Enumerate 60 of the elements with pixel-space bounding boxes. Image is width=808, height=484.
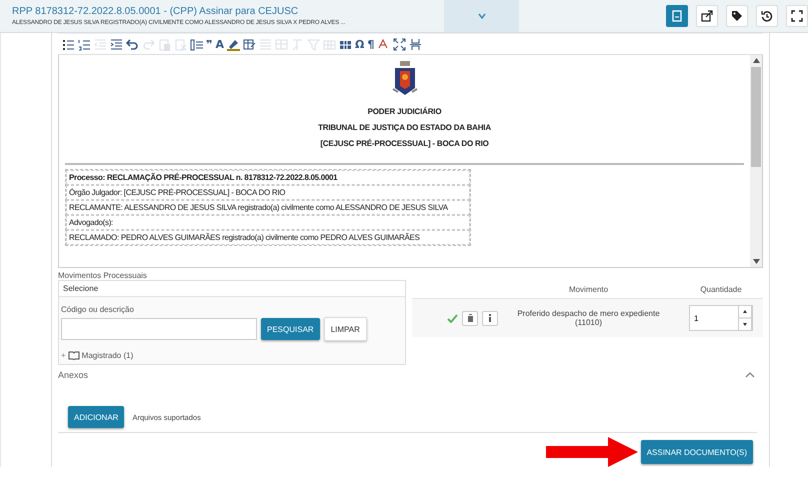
block-icon [190,38,203,50]
case-title: RPP 8178312-72.2022.8.05.0001 - (CPP) Assinar para CEJUSC [12,6,300,17]
section-label: Movimentos Processuais [58,271,148,280]
format-button[interactable] [393,36,406,52]
page-break-icon [409,38,422,50]
add-button[interactable]: ADICIONAR [68,406,124,428]
grid-icon [322,38,336,50]
search-button[interactable]: PESQUISAR [261,318,320,340]
table-cell-text: Proferido despacho de mero expediente (11010) [516,309,661,327]
history-icon [761,10,773,22]
scrollbar[interactable] [750,55,762,267]
redo-icon [142,38,155,50]
fullscreen-icon [791,10,803,22]
table-icon [274,38,288,50]
delete-button[interactable] [462,310,478,326]
info-button[interactable] [482,310,498,326]
format-button[interactable]: Ω [354,36,364,52]
indent-icon [110,38,123,50]
expand-toggle[interactable] [444,0,519,32]
document-icon [671,10,683,22]
panel-title: Selecione [59,281,405,297]
filter-icon [306,38,320,50]
format-button[interactable] [409,36,422,52]
quantity-field[interactable]: 1 [689,305,753,331]
format-icon [290,38,304,50]
document-heading: TRIBUNAL DE JUSTIÇA DO ESTADO DA BAHIA [318,122,491,134]
clear-button[interactable]: LIMPAR [324,317,367,341]
book-icon [68,351,80,360]
paste-text-icon [174,38,187,50]
align-icon [258,38,272,50]
column-header: Quantidade [699,284,743,294]
sign-documents-button[interactable]: ASSINAR DOCUMENTO(S) [640,440,753,464]
chevron-icon [478,13,486,19]
scroll-up-icon [752,58,760,63]
maximize-icon [393,38,406,50]
paste-icon [158,38,171,50]
coat-of-arms-drawing [392,61,418,97]
numbered-list-icon [78,38,91,50]
highlight-icon [226,38,240,50]
outdent-icon [94,38,107,50]
trash-icon [466,314,474,322]
bullet-list-icon [62,38,75,50]
format-button[interactable]: ¶ [367,36,374,52]
spell-check-icon [377,38,390,50]
table-edit-icon [242,38,256,50]
scroll-down-icon [752,259,760,264]
format-button[interactable]: A [215,36,224,52]
column-header: Movimento [568,284,610,294]
info-icon [488,314,492,322]
format-button[interactable]: ❞ [206,36,212,52]
section-title: Anexos [58,370,88,380]
search-field[interactable] [61,318,257,340]
undo-icon [126,38,139,50]
tag-icon [731,10,743,22]
document-heading: [CEJUSC PRÉ-PROCESSUAL] - BOCA DO RIO [320,138,489,150]
spinner-icon [738,305,752,331]
tree-item[interactable]: Magistrado (1) [82,351,134,360]
share-icon [701,10,713,22]
document-heading: PODER JUDICIÁRIO [368,106,442,118]
field-label: Código ou descrição [61,305,135,314]
